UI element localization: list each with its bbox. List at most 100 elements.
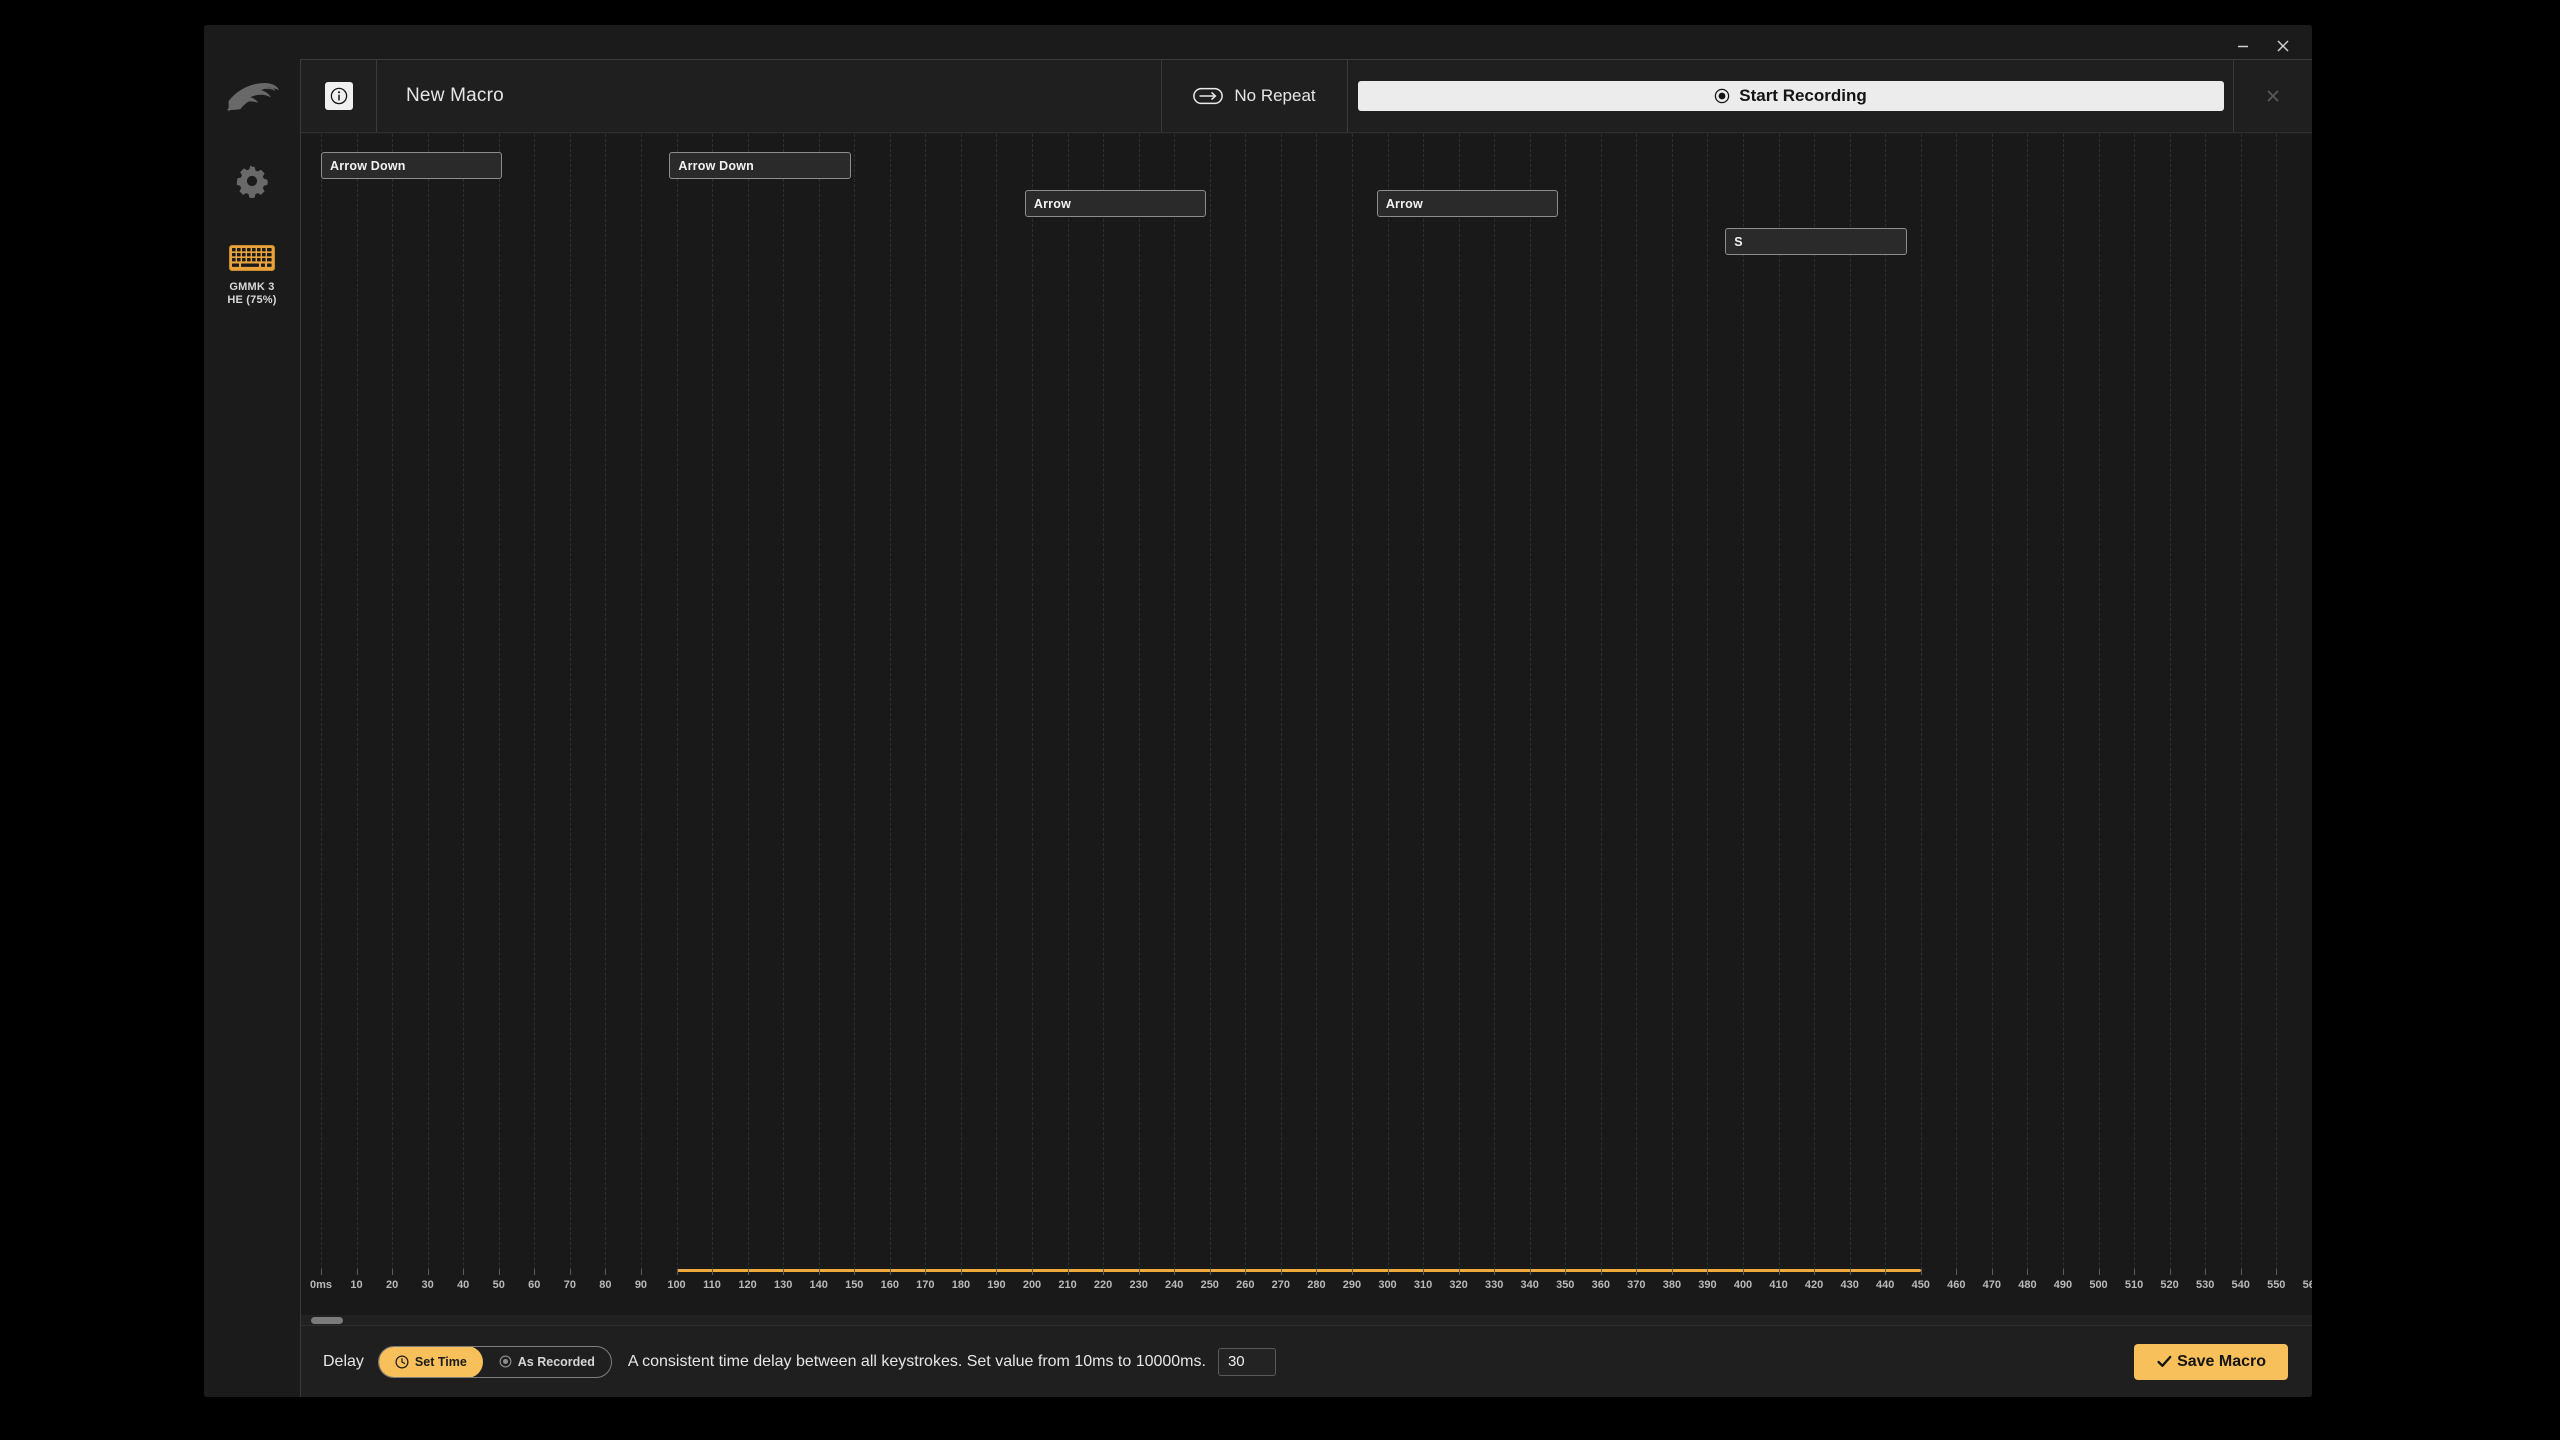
grid-line xyxy=(498,134,500,1270)
start-recording-button[interactable]: Start Recording xyxy=(1357,81,2224,111)
delay-option-as-recorded[interactable]: As Recorded xyxy=(483,1347,611,1377)
ruler-tick xyxy=(2027,1269,2029,1275)
macro-editor-panel: New Macro No Repeat Start Recording Arro… xyxy=(300,59,2312,1397)
macro-header: New Macro No Repeat Start Recording xyxy=(301,60,2312,133)
ruler-label: 270 xyxy=(1271,1279,1291,1291)
grid-line xyxy=(1565,134,1567,1270)
device-label-line1: GMMK 3 xyxy=(229,281,275,293)
ruler-tick xyxy=(1529,1269,1531,1275)
ruler-tick xyxy=(356,1269,358,1275)
macro-timeline[interactable]: Arrow Down Arrow Down Arrow Arrow S 0ms 10 20 3… xyxy=(301,134,2312,1325)
ruler-label: 260 xyxy=(1236,1279,1255,1291)
ruler-tick xyxy=(1316,1269,1318,1275)
ruler-label: 440 xyxy=(1876,1279,1895,1291)
grid-line xyxy=(2169,134,2171,1270)
ruler-label: 210 xyxy=(1058,1279,1077,1291)
repeat-mode-label: No Repeat xyxy=(1234,86,1316,105)
ruler-label: 480 xyxy=(2018,1279,2037,1291)
ruler-label: 420 xyxy=(1804,1279,1824,1291)
sidebar-item-device[interactable]: GMMK 3 HE (75%) xyxy=(227,245,276,307)
info-icon xyxy=(330,87,347,105)
macro-keystroke-block[interactable]: Arrow xyxy=(1376,190,1559,217)
grid-line xyxy=(569,134,571,1270)
macro-name-text: New Macro xyxy=(406,85,504,106)
ruler-label: 250 xyxy=(1200,1279,1219,1291)
timeline-grid: Arrow Down Arrow Down Arrow Arrow S xyxy=(301,134,2312,1270)
macro-keystroke-block[interactable]: Arrow Down xyxy=(669,152,851,179)
ruler-label: 30 xyxy=(421,1279,434,1291)
delay-option-set-time[interactable]: Set Time xyxy=(378,1346,483,1377)
ruler-tick xyxy=(2062,1269,2064,1275)
ruler-label: 190 xyxy=(987,1279,1006,1291)
grid-line xyxy=(427,134,429,1270)
record-cell: Start Recording xyxy=(1348,60,2234,132)
grid-line xyxy=(1991,134,1993,1270)
grid-line xyxy=(1032,134,1033,1270)
grid-line xyxy=(1743,134,1744,1270)
ruler-label: 130 xyxy=(773,1279,793,1291)
ruler-tick xyxy=(321,1269,322,1275)
grid-line xyxy=(2062,134,2064,1270)
grid-line xyxy=(1174,134,1176,1270)
ruler-tick xyxy=(1280,1269,1282,1275)
ruler-tick xyxy=(463,1269,465,1275)
grid-line xyxy=(2240,134,2242,1270)
ruler-tick xyxy=(2240,1269,2242,1275)
ruler-tick xyxy=(1565,1269,1567,1275)
ruler-label: 300 xyxy=(1378,1279,1397,1291)
grid-line xyxy=(321,134,322,1270)
grid-line xyxy=(1103,134,1105,1270)
macro-keystroke-block[interactable]: Arrow Down xyxy=(321,152,503,179)
ruler-label: 360 xyxy=(1591,1279,1610,1291)
grid-line xyxy=(2027,134,2029,1270)
timeline-scrollbar-thumb[interactable] xyxy=(311,1317,343,1324)
ruler-tick xyxy=(2134,1269,2136,1275)
ruler-label: 140 xyxy=(809,1279,828,1291)
close-icon[interactable] xyxy=(2263,86,2283,106)
close-button[interactable] xyxy=(2266,31,2300,61)
minimize-button[interactable] xyxy=(2226,31,2260,61)
record-dot-icon xyxy=(499,1355,512,1368)
ruler-label: 60 xyxy=(528,1279,541,1291)
macro-keystroke-block[interactable]: S xyxy=(1725,228,1907,255)
ruler-tick xyxy=(2276,1269,2278,1275)
ruler-tick xyxy=(2169,1269,2171,1275)
delay-label: Delay xyxy=(323,1352,364,1370)
keyboard-icon xyxy=(229,245,275,271)
repeat-mode-button[interactable]: No Repeat xyxy=(1162,60,1348,132)
ruler-tick xyxy=(925,1269,927,1275)
grid-line xyxy=(889,134,891,1270)
close-icon xyxy=(2277,40,2289,52)
ruler-label: 450 xyxy=(1911,1279,1930,1291)
gear-icon[interactable] xyxy=(232,161,272,201)
ruler-tick xyxy=(605,1269,607,1275)
ruler-label: 410 xyxy=(1769,1279,1788,1291)
save-macro-button[interactable]: Save Macro xyxy=(2134,1343,2288,1380)
ruler-tick xyxy=(1885,1269,1887,1275)
delay-value-input[interactable] xyxy=(1217,1347,1276,1376)
ruler-tick xyxy=(1636,1269,1638,1275)
macro-keystroke-label: Arrow xyxy=(1385,196,1423,211)
macro-keystroke-label: Arrow Down xyxy=(330,158,406,173)
info-button[interactable] xyxy=(324,82,353,110)
ruler-label: 470 xyxy=(1982,1279,2002,1291)
ruler-label: 330 xyxy=(1484,1279,1504,1291)
grid-line xyxy=(1458,134,1460,1270)
start-recording-label: Start Recording xyxy=(1739,86,1867,105)
macro-name-cell[interactable]: New Macro xyxy=(377,60,1162,132)
delay-mode-toggle[interactable]: Set Time As Recorded xyxy=(377,1345,612,1378)
ruler-tick xyxy=(960,1269,962,1275)
macro-keystroke-block[interactable]: Arrow xyxy=(1024,190,1207,217)
grid-line xyxy=(1245,134,1247,1270)
ruler-label: 310 xyxy=(1413,1279,1433,1291)
grid-line xyxy=(1529,134,1531,1270)
ruler-tick xyxy=(712,1269,714,1275)
ruler-label: 110 xyxy=(703,1279,721,1291)
ruler-label: 460 xyxy=(1947,1279,1966,1291)
bottom-toolbar: Delay Set Time As Recorded A consistent … xyxy=(301,1325,2312,1397)
ruler-tick xyxy=(996,1269,998,1275)
grid-line xyxy=(1814,134,1816,1270)
grid-line xyxy=(2205,134,2207,1270)
timeline-scrollbar[interactable] xyxy=(301,1315,2312,1325)
grid-line xyxy=(640,134,642,1270)
